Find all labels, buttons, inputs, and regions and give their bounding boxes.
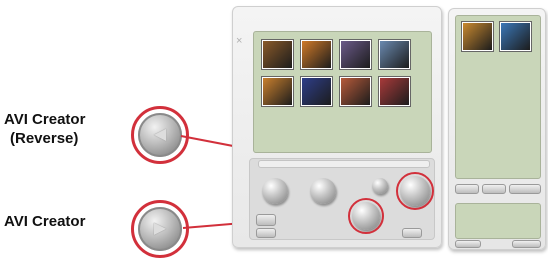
control-button-2[interactable]	[310, 178, 336, 204]
small-button-left-1[interactable]	[256, 214, 276, 226]
small-button-left-2[interactable]	[256, 228, 276, 238]
side-thumbnail-2[interactable]	[500, 22, 531, 51]
small-button-right[interactable]	[402, 228, 422, 238]
thumbnail-3[interactable]	[340, 40, 371, 69]
thumbnail-6[interactable]	[301, 77, 332, 106]
close-icon[interactable]: ×	[236, 36, 242, 47]
thumbnail-7[interactable]	[340, 77, 371, 106]
side-button-2[interactable]	[482, 184, 506, 194]
side-thumbnail-1[interactable]	[462, 22, 493, 51]
control-button-1[interactable]	[262, 178, 288, 204]
side-button-3[interactable]	[509, 184, 541, 194]
seek-slot[interactable]	[258, 160, 430, 168]
thumbnail-8[interactable]	[379, 77, 410, 106]
thumbnail-5[interactable]	[262, 77, 293, 106]
control-button-small[interactable]	[372, 178, 388, 194]
thumbnail-1[interactable]	[262, 40, 293, 69]
side-button-1[interactable]	[455, 184, 479, 194]
side-lower-screen	[455, 203, 541, 239]
side-bottom-button-1[interactable]	[455, 240, 481, 248]
thumbnail-4[interactable]	[379, 40, 410, 69]
thumbnail-2[interactable]	[301, 40, 332, 69]
side-screen	[455, 15, 541, 179]
side-bottom-button-2[interactable]	[512, 240, 541, 248]
avi-creator-reverse-highlight	[396, 172, 434, 210]
thumbnail-screen	[253, 31, 432, 153]
avi-creator-highlight	[348, 198, 384, 234]
